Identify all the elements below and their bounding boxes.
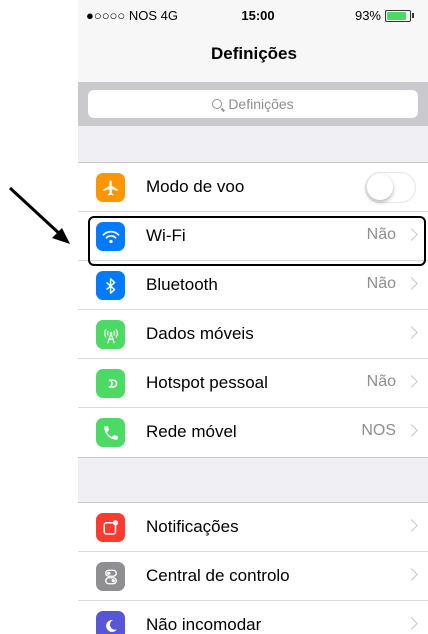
hotspot-icon bbox=[96, 369, 125, 398]
setting-label: Rede móvel bbox=[146, 422, 237, 441]
status-bar: ●○○○○ NOS 4G 15:00 93% bbox=[78, 0, 428, 30]
notifications-group: Notificações Central de controlo Não inc… bbox=[78, 502, 428, 634]
setting-bluetooth[interactable]: Bluetooth Não bbox=[78, 261, 428, 310]
search-icon bbox=[212, 99, 223, 109]
navigation-bar: Definições bbox=[78, 30, 428, 83]
carrier-signal: ●○○○○ NOS 4G bbox=[86, 8, 178, 23]
setting-label: Não incomodar bbox=[146, 615, 262, 634]
chevron-right-icon bbox=[405, 277, 418, 290]
setting-airplane-mode[interactable]: Modo de voo bbox=[78, 163, 428, 212]
chevron-right-icon bbox=[405, 375, 418, 388]
search-area: Definições bbox=[78, 82, 428, 126]
setting-notifications[interactable]: Notificações bbox=[78, 503, 428, 552]
wifi-highlight-annotation bbox=[88, 216, 426, 266]
setting-value: Não bbox=[366, 275, 396, 292]
search-placeholder: Definições bbox=[228, 96, 294, 112]
phone-icon bbox=[96, 418, 125, 447]
setting-label: Hotspot pessoal bbox=[146, 373, 268, 392]
chevron-right-icon bbox=[405, 617, 418, 630]
setting-control-center[interactable]: Central de controlo bbox=[78, 552, 428, 601]
setting-label: Central de controlo bbox=[146, 566, 290, 585]
control-center-icon bbox=[96, 562, 125, 591]
connectivity-group: Modo de voo Wi-Fi Não Bluetooth Não Dado… bbox=[78, 162, 428, 458]
notifications-icon bbox=[96, 513, 125, 542]
bluetooth-icon bbox=[96, 271, 125, 300]
setting-label: Notificações bbox=[146, 517, 239, 536]
battery-icon bbox=[385, 9, 411, 22]
setting-label: Bluetooth bbox=[146, 275, 218, 294]
setting-mobile-data[interactable]: Dados móveis bbox=[78, 310, 428, 359]
setting-label: Modo de voo bbox=[146, 177, 245, 196]
settings-screen: ●○○○○ NOS 4G 15:00 93% Definições Defini… bbox=[78, 0, 428, 634]
airplane-mode-toggle[interactable] bbox=[365, 172, 416, 203]
chevron-right-icon bbox=[405, 326, 418, 339]
setting-personal-hotspot[interactable]: Hotspot pessoal Não bbox=[78, 359, 428, 408]
setting-value: NOS bbox=[361, 422, 396, 439]
status-time: 15:00 bbox=[241, 8, 275, 23]
chevron-right-icon bbox=[405, 424, 418, 437]
setting-do-not-disturb[interactable]: Não incomodar bbox=[78, 601, 428, 634]
chevron-right-icon bbox=[405, 519, 418, 532]
battery-status: 93% bbox=[355, 8, 414, 23]
moon-icon bbox=[96, 611, 125, 634]
airplane-icon bbox=[96, 173, 125, 202]
antenna-icon bbox=[96, 320, 125, 349]
arrow-annotation bbox=[8, 186, 70, 244]
battery-percent: 93% bbox=[354, 8, 381, 23]
setting-label: Dados móveis bbox=[146, 324, 254, 343]
page-title: Definições bbox=[211, 44, 297, 63]
setting-carrier[interactable]: Rede móvel NOS bbox=[78, 408, 428, 457]
chevron-right-icon bbox=[405, 568, 418, 581]
search-input[interactable]: Definições bbox=[88, 90, 418, 118]
setting-value: Não bbox=[366, 373, 396, 390]
battery-tip bbox=[412, 13, 414, 18]
